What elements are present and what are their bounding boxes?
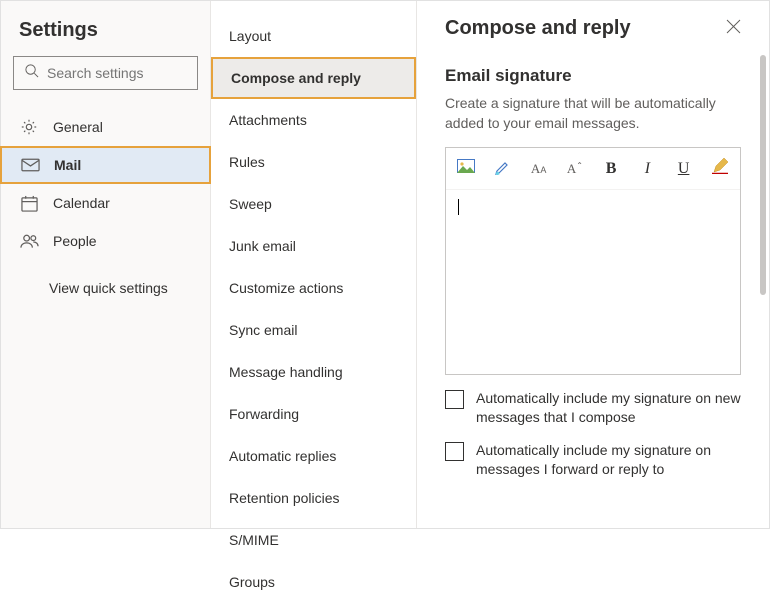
people-icon (19, 231, 39, 251)
menu-item-sweep[interactable]: Sweep (211, 183, 416, 225)
menu-item-junk-email[interactable]: Junk email (211, 225, 416, 267)
content-header: Compose and reply (445, 17, 741, 40)
checkbox-include-new[interactable]: Automatically include my signature on ne… (445, 389, 741, 427)
menu-item-compose-reply[interactable]: Compose and reply (211, 57, 416, 99)
gear-icon (19, 117, 39, 137)
font-size-small-button[interactable]: A⌃ (565, 158, 585, 180)
menu-item-sync-email[interactable]: Sync email (211, 309, 416, 351)
search-icon (24, 63, 47, 83)
menu-item-attachments[interactable]: Attachments (211, 99, 416, 141)
menu-item-message-handling[interactable]: Message handling (211, 351, 416, 393)
sidebar-item-label: General (53, 119, 103, 135)
signature-textarea[interactable] (446, 190, 740, 374)
settings-sidebar: Settings General Mail Calendar People Vi… (1, 1, 211, 528)
page-title: Compose and reply (445, 17, 631, 40)
sidebar-item-label: People (53, 233, 97, 249)
settings-submenu: Layout Compose and reply Attachments Rul… (211, 1, 417, 528)
signature-editor: AA A⌃ B I U (445, 147, 741, 375)
checkbox-include-reply[interactable]: Automatically include my signature on me… (445, 441, 741, 479)
close-icon (726, 21, 741, 38)
search-settings-box[interactable] (13, 56, 198, 90)
font-size-button[interactable]: AA (529, 158, 549, 180)
pencil-button[interactable] (710, 158, 730, 180)
font-size-icon: AA (531, 161, 546, 177)
menu-item-customize-actions[interactable]: Customize actions (211, 267, 416, 309)
menu-item-retention-policies[interactable]: Retention policies (211, 477, 416, 519)
sidebar-item-mail[interactable]: Mail (0, 146, 211, 184)
menu-item-smime[interactable]: S/MIME (211, 519, 416, 561)
sidebar-item-label: Calendar (53, 195, 110, 211)
insert-image-button[interactable] (456, 158, 476, 180)
checkbox-box (445, 442, 464, 461)
menu-item-groups[interactable]: Groups (211, 561, 416, 603)
menu-item-layout[interactable]: Layout (211, 15, 416, 57)
section-title: Email signature (445, 66, 741, 86)
view-quick-settings-link[interactable]: View quick settings (1, 260, 210, 296)
pencil-icon (712, 158, 728, 179)
text-cursor (458, 199, 459, 215)
image-icon (457, 159, 475, 178)
editor-toolbar: AA A⌃ B I U (446, 148, 740, 190)
menu-item-rules[interactable]: Rules (211, 141, 416, 183)
search-input[interactable] (47, 65, 187, 81)
checkbox-label: Automatically include my signature on ne… (476, 389, 741, 427)
scrollbar[interactable] (760, 55, 766, 522)
sidebar-item-general[interactable]: General (1, 108, 210, 146)
highlight-button[interactable] (492, 158, 512, 180)
mail-icon (20, 155, 40, 175)
scrollbar-thumb[interactable] (760, 55, 766, 295)
checkbox-box (445, 390, 464, 409)
section-description: Create a signature that will be automati… (445, 94, 741, 133)
checkbox-label: Automatically include my signature on me… (476, 441, 741, 479)
underline-button[interactable]: U (674, 158, 694, 180)
menu-item-forwarding[interactable]: Forwarding (211, 393, 416, 435)
highlight-icon (494, 158, 511, 180)
calendar-icon (19, 193, 39, 213)
close-button[interactable] (726, 19, 741, 39)
content-panel: Compose and reply Email signature Create… (417, 1, 769, 528)
sidebar-item-people[interactable]: People (1, 222, 210, 260)
sidebar-item-calendar[interactable]: Calendar (1, 184, 210, 222)
sidebar-item-label: Mail (54, 157, 81, 173)
italic-button[interactable]: I (637, 158, 657, 180)
menu-item-automatic-replies[interactable]: Automatic replies (211, 435, 416, 477)
settings-title: Settings (1, 13, 210, 56)
bold-button[interactable]: B (601, 158, 621, 180)
font-shrink-icon: A⌃ (567, 161, 583, 177)
